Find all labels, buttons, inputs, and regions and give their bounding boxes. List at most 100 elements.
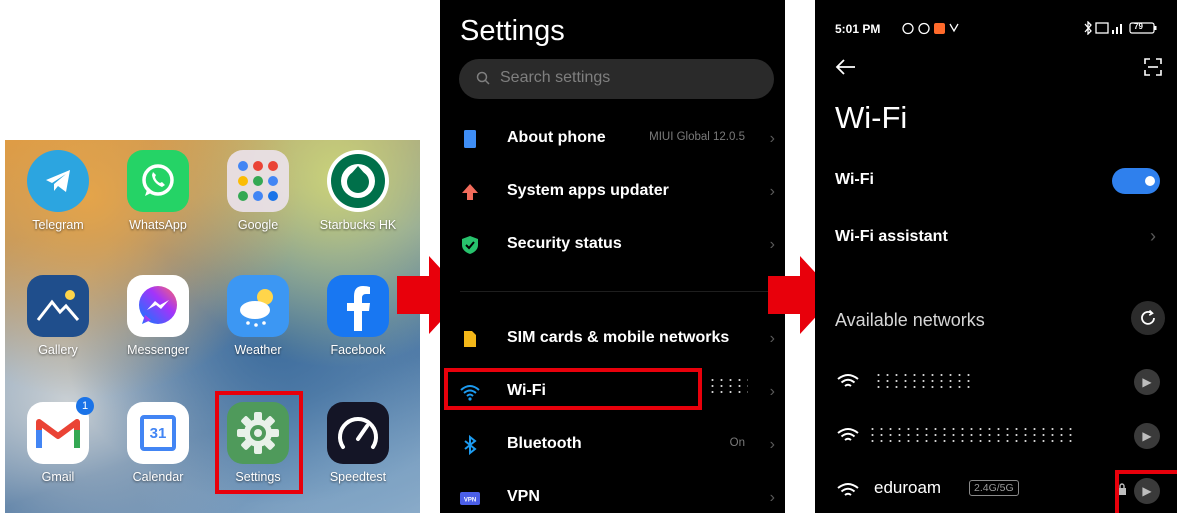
settings-item-label: About phone bbox=[507, 129, 606, 146]
weather-icon bbox=[227, 275, 289, 337]
network-details-button[interactable]: ▶ bbox=[1134, 423, 1160, 449]
page-title: Wi-Fi bbox=[835, 100, 908, 135]
network-item[interactable]: ▶ bbox=[815, 415, 1177, 455]
speedtest-icon bbox=[327, 402, 389, 464]
app-weather[interactable]: Weather bbox=[208, 275, 308, 357]
telegram-icon bbox=[27, 150, 89, 212]
calendar-date: 31 bbox=[140, 415, 176, 451]
update-arrow-icon bbox=[462, 184, 478, 200]
wifi-assistant-label: Wi-Fi assistant bbox=[835, 228, 948, 245]
settings-item-label: Bluetooth bbox=[507, 435, 582, 452]
obscured-network-name bbox=[708, 377, 748, 393]
refresh-button[interactable] bbox=[1131, 301, 1165, 335]
settings-item-label: Security status bbox=[507, 235, 622, 252]
settings-item-value: On bbox=[729, 437, 745, 449]
app-gallery[interactable]: Gallery bbox=[8, 275, 108, 357]
section-divider bbox=[460, 291, 785, 292]
app-label: Calendar bbox=[132, 470, 184, 484]
status-time: 5:01 PM bbox=[835, 22, 881, 36]
notification-badge: 1 bbox=[76, 397, 94, 415]
gallery-icon bbox=[27, 275, 89, 337]
app-starbucks[interactable]: Starbucks HK bbox=[308, 150, 408, 232]
starbucks-icon bbox=[327, 150, 389, 212]
settings-item-bluetooth[interactable]: Bluetooth On › bbox=[440, 419, 785, 471]
chevron-right-icon: › bbox=[769, 130, 775, 147]
app-calendar[interactable]: 31 Calendar bbox=[108, 402, 208, 484]
settings-item-system-apps-updater[interactable]: System apps updater › bbox=[440, 166, 785, 218]
settings-highlight-box bbox=[215, 391, 303, 494]
settings-item-sim-cards[interactable]: SIM cards & mobile networks › bbox=[440, 313, 785, 365]
chevron-right-icon: › bbox=[769, 236, 775, 253]
settings-item-label: System apps updater bbox=[507, 182, 669, 199]
wifi-assistant-row[interactable]: Wi-Fi assistant › bbox=[815, 216, 1177, 260]
search-icon bbox=[476, 71, 490, 85]
network-ssid: eduroam bbox=[874, 478, 942, 497]
chevron-right-icon: › bbox=[769, 383, 775, 400]
app-label: Starbucks HK bbox=[319, 218, 397, 232]
app-label: Telegram bbox=[32, 218, 84, 232]
network-details-button[interactable]: ▶ bbox=[1134, 369, 1160, 395]
app-label: Messenger bbox=[127, 343, 189, 357]
messenger-icon bbox=[127, 275, 189, 337]
obscured-network-name bbox=[874, 372, 974, 388]
app-label: Speedtest bbox=[329, 470, 387, 484]
wifi-screen: 5:01 PM 79 Wi-Fi Wi-Fi Wi-Fi assistant ›… bbox=[815, 0, 1177, 513]
app-speedtest[interactable]: Speedtest bbox=[308, 402, 408, 484]
app-label: Google bbox=[237, 218, 279, 232]
settings-item-about-phone[interactable]: About phone MIUI Global 12.0.5 › bbox=[440, 113, 785, 165]
app-label: Gmail bbox=[41, 470, 75, 484]
vpn-icon: VPN bbox=[460, 492, 480, 505]
settings-item-value: MIUI Global 12.0.5 bbox=[649, 131, 745, 143]
details-highlight-box bbox=[1115, 470, 1177, 513]
bluetooth-icon bbox=[464, 435, 477, 455]
page-title: Settings bbox=[460, 15, 565, 47]
app-label: Gallery bbox=[38, 343, 78, 357]
refresh-icon bbox=[1141, 309, 1155, 325]
wifi-toggle-switch[interactable] bbox=[1112, 168, 1160, 194]
app-label: Weather bbox=[234, 343, 282, 357]
home-screen: Telegram WhatsApp Google Starbucks HK Ga… bbox=[5, 140, 420, 513]
wifi-toggle-label: Wi-Fi bbox=[835, 171, 874, 188]
band-tag: 2.4G/5G bbox=[969, 480, 1019, 496]
svg-text:VPN: VPN bbox=[464, 498, 476, 504]
wifi-highlight-box bbox=[444, 368, 702, 410]
app-label: WhatsApp bbox=[129, 218, 187, 232]
wifi-signal-icon bbox=[837, 428, 859, 441]
settings-item-vpn[interactable]: VPN VPN › bbox=[440, 472, 785, 513]
qr-scan-icon[interactable] bbox=[1144, 58, 1162, 76]
whatsapp-icon bbox=[127, 150, 189, 212]
app-facebook[interactable]: Facebook bbox=[308, 275, 408, 357]
search-placeholder: Search settings bbox=[500, 69, 611, 86]
search-bar[interactable]: Search settings bbox=[459, 59, 774, 99]
back-arrow-icon[interactable] bbox=[835, 58, 857, 76]
app-whatsapp[interactable]: WhatsApp bbox=[108, 150, 208, 232]
settings-item-label: SIM cards & mobile networks bbox=[507, 329, 730, 346]
shield-check-icon bbox=[462, 236, 478, 254]
settings-item-label: VPN bbox=[507, 488, 540, 505]
app-label: Facebook bbox=[330, 343, 386, 357]
google-folder-icon bbox=[227, 150, 289, 212]
settings-screen: Settings Search settings About phone MIU… bbox=[440, 0, 785, 513]
battery-level: 79 bbox=[1134, 22, 1143, 31]
phone-icon bbox=[464, 130, 476, 148]
app-telegram[interactable]: Telegram bbox=[8, 150, 108, 232]
network-item[interactable]: ▶ bbox=[815, 361, 1177, 401]
calendar-icon: 31 bbox=[127, 402, 189, 464]
status-system-icons bbox=[1084, 21, 1157, 35]
app-gmail[interactable]: 1 Gmail bbox=[8, 397, 108, 484]
gmail-icon: 1 bbox=[27, 397, 94, 464]
facebook-icon bbox=[327, 275, 389, 337]
app-google-folder[interactable]: Google bbox=[208, 150, 308, 232]
chevron-right-icon: › bbox=[769, 436, 775, 453]
status-notification-icons bbox=[902, 22, 959, 35]
sim-card-icon bbox=[464, 331, 476, 347]
available-networks-heading: Available networks bbox=[835, 310, 985, 330]
chevron-right-icon: › bbox=[1150, 226, 1156, 246]
app-messenger[interactable]: Messenger bbox=[108, 275, 208, 357]
chevron-right-icon: › bbox=[769, 489, 775, 506]
chevron-right-icon: › bbox=[769, 183, 775, 200]
wifi-signal-icon bbox=[837, 483, 859, 496]
obscured-network-name bbox=[868, 426, 1078, 442]
wifi-signal-icon bbox=[837, 374, 859, 387]
settings-item-security-status[interactable]: Security status › bbox=[440, 219, 785, 271]
